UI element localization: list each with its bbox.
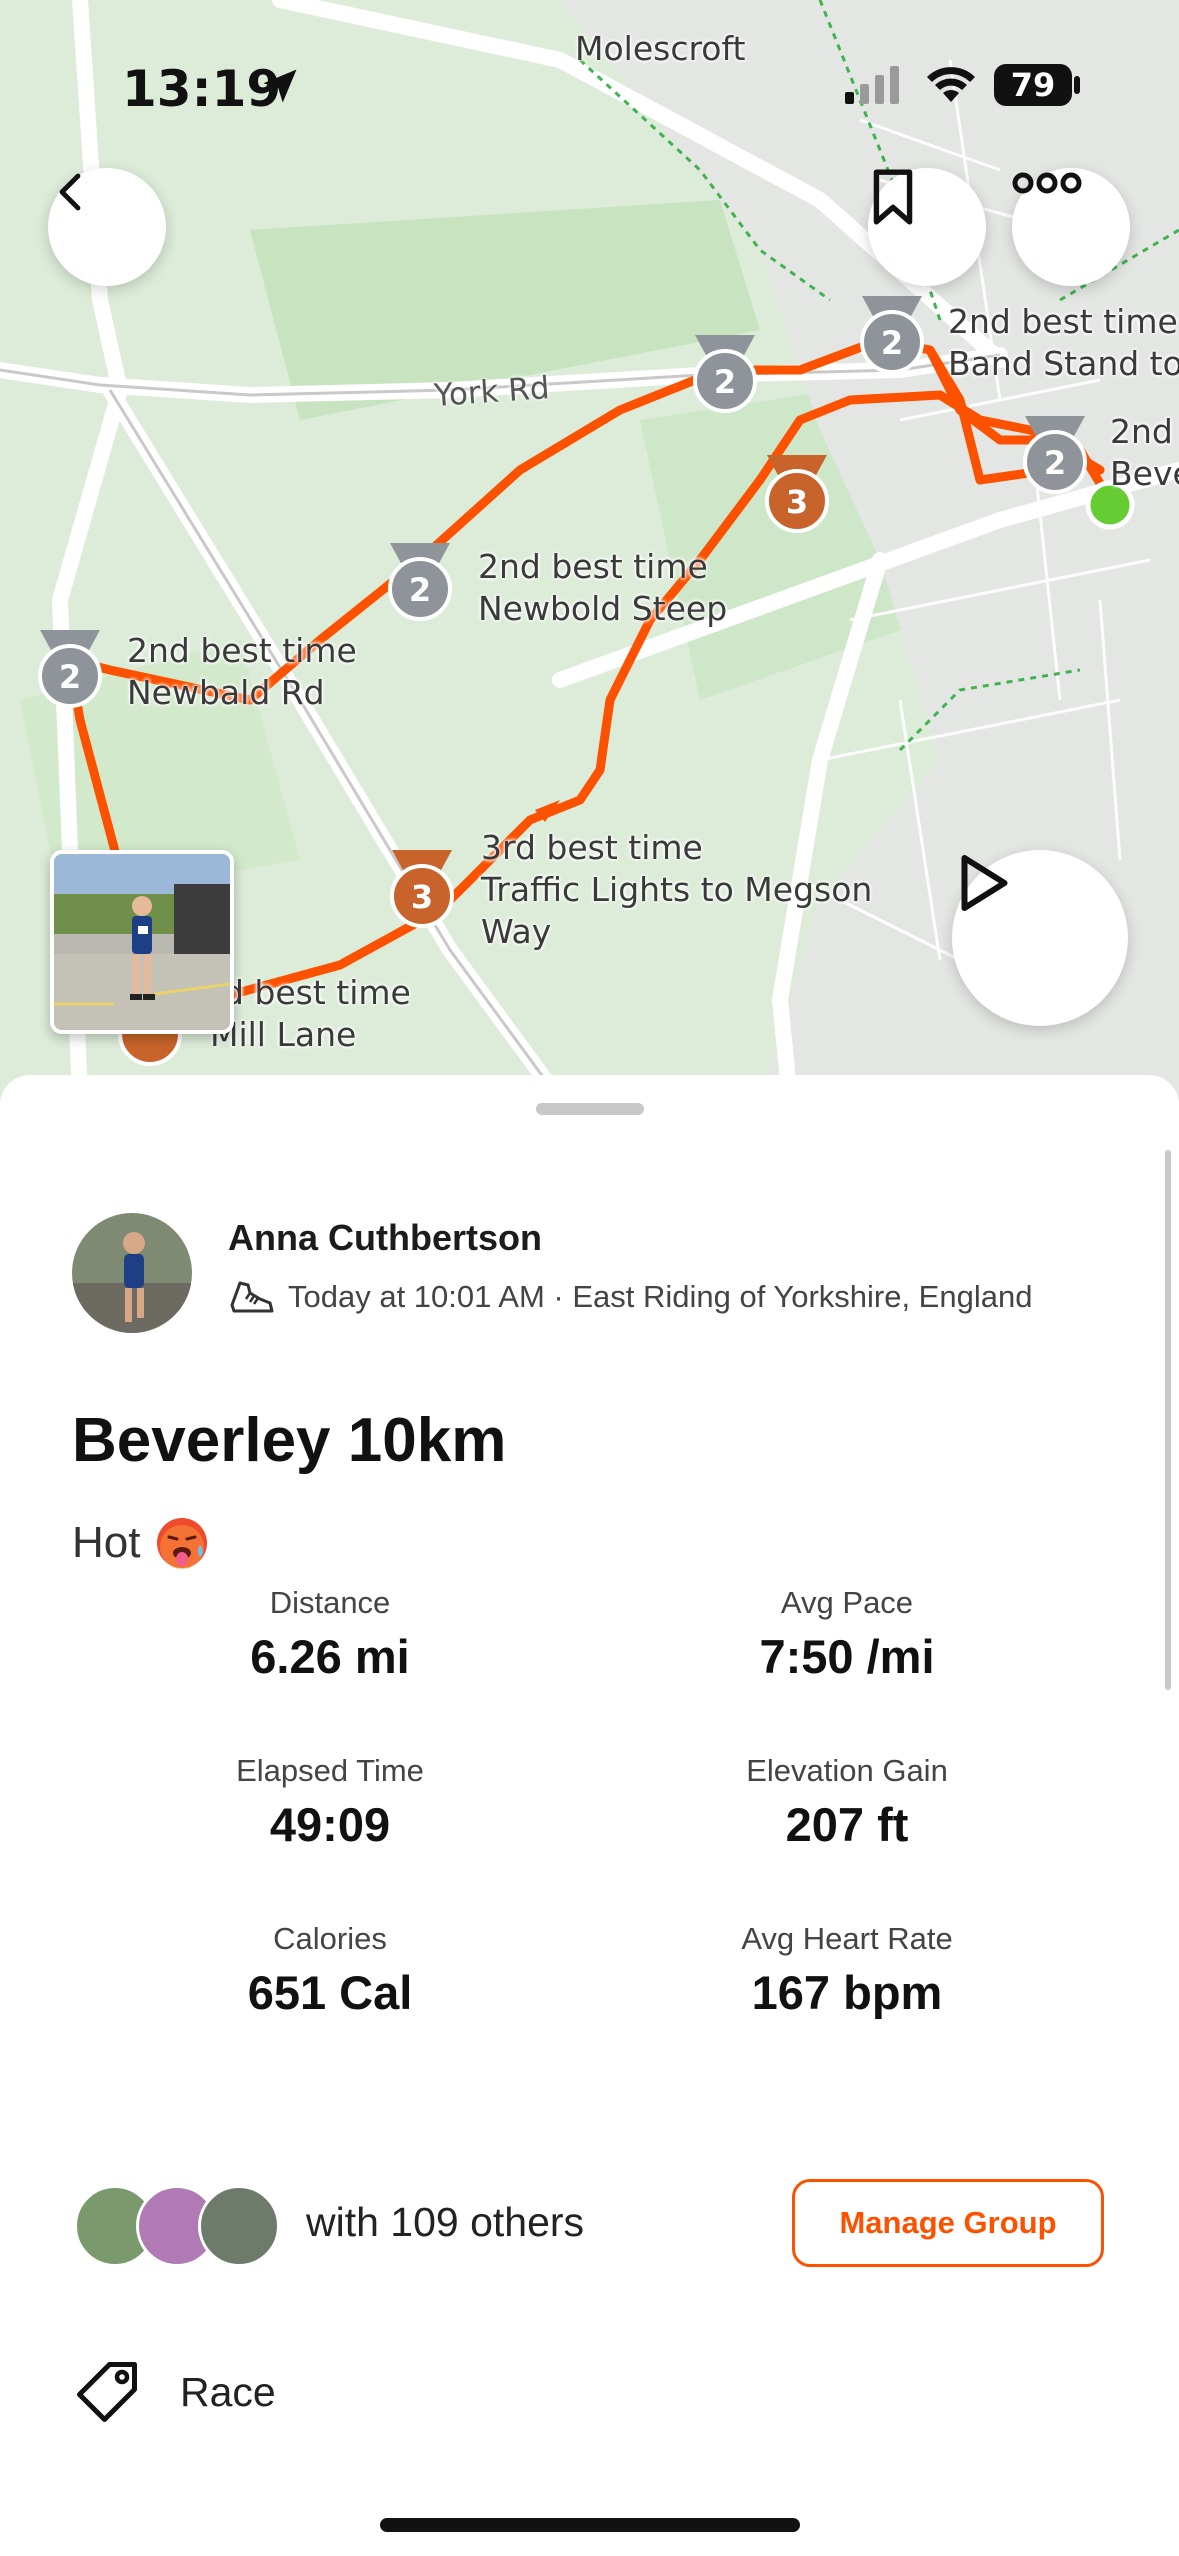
battery-level: 79 [1010,66,1056,104]
svg-text:3: 3 [411,878,433,916]
stat-avg-pace: Avg Pace 7:50 /mi [637,1585,1057,1684]
more-icon [1012,172,1082,194]
medal-3-north[interactable]: 3 [765,453,829,533]
more-button[interactable] [1012,168,1130,286]
group-avatars[interactable] [74,2185,280,2267]
athlete-name[interactable]: Anna Cuthbertson [228,1217,542,1259]
hot-face-emoji-icon [157,1518,208,1569]
medal-2-newbold-steep[interactable]: 2 [388,541,452,621]
stat-calories: Calories 651 Cal [120,1921,540,2020]
stat-elapsed-time: Elapsed Time 49:09 [120,1753,540,1852]
stat-value: 207 ft [785,1798,909,1851]
activity-date-location: Today at 10:01 AM · East Riding of Yorks… [288,1279,1033,1314]
stat-distance: Distance 6.26 mi [120,1585,540,1684]
place-label: Molescroft [575,29,746,68]
route-map[interactable]: 2 2 2 2 2 3 3 Molescroft York Rd 2nd bes… [0,0,1179,1100]
svg-text:2: 2 [409,571,431,609]
segment-label: 2ndBeve [1110,412,1179,493]
svg-text:2: 2 [714,363,736,401]
medal-2-beverley[interactable]: 2 [1023,414,1087,494]
runner-photo [54,854,230,1030]
stat-label: Elevation Gain [746,1753,948,1788]
sheet-handle[interactable] [536,1103,644,1115]
medal-2-newbald[interactable]: 2 [38,628,102,708]
svg-text:3: 3 [786,483,808,521]
description-text: Hot [72,1518,141,1567]
back-button[interactable] [48,168,166,286]
activity-title: Beverley 10km [72,1406,507,1475]
activity-sheet[interactable]: Anna Cuthbertson Today at 10:01 AM · Eas… [0,1075,1179,2556]
wifi-icon [927,67,975,102]
bookmark-button[interactable] [868,168,986,286]
activity-description: Hot [72,1515,210,1571]
stat-value: 49:09 [269,1798,391,1851]
medal-2-york-rd[interactable]: 2 [693,333,757,413]
svg-text:2: 2 [881,324,903,362]
stat-label: Avg Heart Rate [741,1921,953,1956]
stat-value: 167 bpm [751,1966,943,2019]
battery-indicator: 79 [994,64,1072,106]
avatar[interactable] [72,1213,192,1333]
signal-icon [845,66,899,104]
segment-label: 2nd best time Newbold Steep [478,547,728,628]
stat-avg-heart-rate: Avg Heart Rate 167 bpm [637,1921,1057,2020]
segment-label: 2nd best time Band Stand to [948,302,1179,383]
medal-3-traffic-lights[interactable]: 3 [390,848,454,928]
race-tag-label: Race [180,2368,276,2415]
battery-cap [1074,76,1080,94]
stat-label: Elapsed Time [236,1753,424,1788]
stat-value: 651 Cal [247,1966,413,2019]
bookmark-icon [873,169,913,225]
play-flyover-button[interactable] [952,850,1128,1026]
segment-label: rd best time Mill Lane [210,973,411,1054]
race-tag-row[interactable]: Race [72,2357,276,2427]
svg-text:2: 2 [59,658,81,696]
athlete-avatar-image [72,1213,192,1333]
segment-label: 3rd best time Traffic Lights to Megson Way [481,828,873,951]
shoe-icon [230,1281,274,1313]
location-arrow-icon [263,69,297,103]
home-indicator[interactable] [380,2518,800,2532]
play-icon [961,855,1008,911]
group-count-text[interactable]: with 109 others [306,2199,584,2246]
stat-label: Avg Pace [780,1585,914,1620]
svg-text:2: 2 [1044,444,1066,482]
group-avatar [198,2185,280,2267]
stat-elevation-gain: Elevation Gain 207 ft [637,1753,1057,1852]
stat-label: Distance [269,1585,391,1620]
tag-icon [77,2362,137,2422]
scrollbar[interactable] [1165,1150,1171,1690]
manage-group-button[interactable]: Manage Group [792,2179,1104,2267]
medal-2-band-stand[interactable]: 2 [860,294,924,374]
stat-label: Calories [273,1921,387,1956]
activity-meta: Today at 10:01 AM · East Riding of Yorks… [226,1275,1032,1319]
back-arrow-icon [59,173,81,211]
stat-value: 7:50 /mi [759,1630,935,1683]
activity-photo[interactable] [50,850,234,1034]
segment-label: 2nd best time Newbald Rd [127,631,357,712]
manage-group-label: Manage Group [839,2205,1057,2240]
stat-value: 6.26 mi [250,1630,410,1683]
